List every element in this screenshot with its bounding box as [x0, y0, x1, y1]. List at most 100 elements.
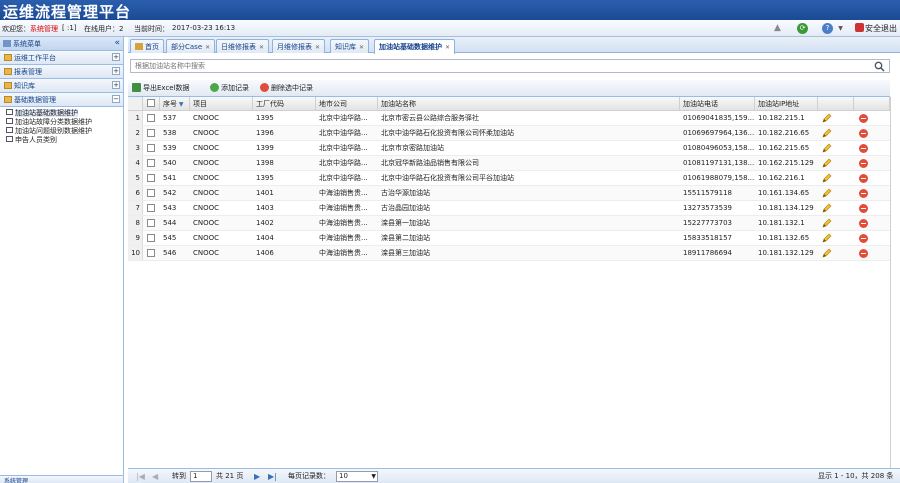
edit-pencil-icon[interactable]: [822, 188, 832, 198]
table-row[interactable]: 8 544 CNOOC 1402 中海油销售贵... 滦县第一加油站 15227773703…: [128, 216, 890, 231]
edit-pencil-icon[interactable]: [822, 113, 832, 123]
cell-region: 北京中油华路...: [319, 144, 368, 152]
tab-station-data[interactable]: 加油站基础数据维护 ✕: [374, 39, 456, 54]
table-row[interactable]: 3 539 CNOOC 1399 北京中油华路... 北京市京密路加油站 010804960…: [128, 141, 890, 156]
row-checkbox[interactable]: [147, 219, 155, 227]
close-icon[interactable]: ✕: [259, 44, 264, 51]
sidebar-section-base-data[interactable]: 基础数据管理 −: [0, 93, 123, 107]
search-icon[interactable]: [874, 61, 885, 72]
col-station-name[interactable]: 加油站名称: [378, 97, 680, 110]
row-checkbox[interactable]: [147, 159, 155, 167]
close-icon[interactable]: ✕: [315, 44, 320, 51]
delete-row-icon[interactable]: [859, 249, 868, 258]
edit-pencil-icon[interactable]: [822, 128, 832, 138]
table-row[interactable]: 5 541 CNOOC 1395 北京中油华路... 北京中油华路石化投资有限公司平谷加油…: [128, 171, 890, 186]
close-icon[interactable]: ✕: [445, 44, 450, 51]
delete-row-icon[interactable]: [859, 144, 868, 153]
tree-item-station-data[interactable]: 加油站基础数据维护: [6, 109, 123, 118]
table-row[interactable]: 7 543 CNOOC 1403 中海油销售贵... 古治晶园加油站 13273573539…: [128, 201, 890, 216]
col-project[interactable]: 项目: [190, 97, 253, 110]
cell-ip: 10.162.216.1: [758, 174, 805, 182]
tab-knowledge[interactable]: 知识库 ✕: [330, 39, 370, 53]
delete-row-icon[interactable]: [859, 234, 868, 243]
sidebar-section-system[interactable]: 系统管理: [0, 475, 123, 483]
sidebar-section-knowledge[interactable]: 知识库 +: [0, 79, 123, 93]
table-row[interactable]: 1 537 CNOOC 1395 北京中油华路... 北京市密云县公路综合服务驿社 0106…: [128, 111, 890, 126]
row-checkbox[interactable]: [147, 189, 155, 197]
page-icon: [6, 109, 13, 115]
collapse-toggle[interactable]: −: [112, 95, 120, 103]
delete-row-icon[interactable]: [859, 114, 868, 123]
record-summary: 显示 1 - 10，共 208 条: [818, 472, 894, 480]
edit-pencil-icon[interactable]: [822, 143, 832, 153]
delete-row-icon[interactable]: [859, 189, 868, 198]
cell-factory-code: 1404: [256, 234, 274, 242]
page-icon: [6, 127, 13, 133]
tab-home[interactable]: 首页: [130, 39, 164, 53]
tree-item-fault-category[interactable]: 加油站故障分类数据维护: [6, 118, 123, 127]
table-row[interactable]: 9 545 CNOOC 1404 中海油销售贵... 滦县第二加油站 15833518157…: [128, 231, 890, 246]
last-page-icon[interactable]: ▶|: [268, 471, 277, 482]
sidebar-section-reports[interactable]: 报表管理 +: [0, 65, 123, 79]
search-input[interactable]: [131, 60, 889, 72]
table-row[interactable]: 2 538 CNOOC 1396 北京中油华路... 北京中油华路石化投资有限公司怀柔加油…: [128, 126, 890, 141]
row-checkbox[interactable]: [147, 249, 155, 257]
first-page-icon[interactable]: |◀: [136, 471, 145, 482]
tree-item-reporter-type[interactable]: 申告人员类别: [6, 136, 123, 145]
row-checkbox[interactable]: [147, 204, 155, 212]
page-size-select[interactable]: 10 ▼: [336, 471, 378, 482]
col-phone[interactable]: 加油站电话: [680, 97, 755, 110]
row-checkbox[interactable]: [147, 129, 155, 137]
col-factory-code[interactable]: 工厂代码: [253, 97, 316, 110]
tree-item-issue-level[interactable]: 加油站问题级别数据维护: [6, 127, 123, 136]
collapse-sidebar-button[interactable]: «: [114, 38, 120, 48]
delete-row-icon[interactable]: [859, 219, 868, 228]
expand-toggle[interactable]: +: [112, 67, 120, 75]
delete-row-icon[interactable]: [859, 204, 868, 213]
tab-cases[interactable]: 部分Case ✕: [166, 39, 216, 53]
sidebar-section-ops-platform[interactable]: 运维工作平台 +: [0, 51, 123, 65]
refresh-icon[interactable]: ⟳: [797, 23, 808, 34]
grid-right-edge: [890, 97, 891, 483]
edit-pencil-icon[interactable]: [822, 233, 832, 243]
row-number: 5: [128, 171, 143, 185]
close-icon[interactable]: ✕: [359, 44, 364, 51]
col-region[interactable]: 地市公司: [316, 97, 378, 110]
expand-toggle[interactable]: +: [112, 81, 120, 89]
page-number-input[interactable]: 1: [190, 471, 212, 482]
col-ip[interactable]: 加油站IP地址: [755, 97, 818, 110]
tab-monthly-report[interactable]: 月维修报表 ✕: [272, 39, 326, 53]
edit-pencil-icon[interactable]: [822, 158, 832, 168]
close-icon[interactable]: ✕: [205, 44, 210, 51]
delete-row-icon[interactable]: [859, 159, 868, 168]
cell-delete: [854, 231, 890, 245]
table-row[interactable]: 4 540 CNOOC 1398 北京中油华路... 北京冠华新路油品销售有限公司 0108…: [128, 156, 890, 171]
next-page-icon[interactable]: ▶: [254, 471, 260, 482]
section-label: 基础数据管理: [14, 96, 56, 104]
arrow-up-icon[interactable]: ▲: [772, 23, 783, 34]
add-record-button[interactable]: 添加记录: [210, 83, 249, 93]
tab-daily-report[interactable]: 日维修报表 ✕: [216, 39, 270, 53]
row-select-cell: [143, 231, 160, 245]
edit-pencil-icon[interactable]: [822, 248, 832, 258]
row-checkbox[interactable]: [147, 144, 155, 152]
col-seq[interactable]: 序号 ▼: [160, 97, 190, 110]
export-excel-button[interactable]: 导出Excel数据: [132, 83, 190, 93]
row-checkbox[interactable]: [147, 114, 155, 122]
edit-pencil-icon[interactable]: [822, 203, 832, 213]
help-icon[interactable]: ?: [822, 23, 833, 34]
chevron-down-icon[interactable]: ▼: [835, 23, 846, 34]
select-all-checkbox[interactable]: [147, 99, 155, 107]
row-checkbox[interactable]: [147, 234, 155, 242]
edit-pencil-icon[interactable]: [822, 173, 832, 183]
row-checkbox[interactable]: [147, 174, 155, 182]
delete-row-icon[interactable]: [859, 174, 868, 183]
logout-button[interactable]: 安全退出: [855, 23, 897, 34]
delete-selected-button[interactable]: 删除选中记录: [260, 83, 313, 93]
table-row[interactable]: 6 542 CNOOC 1401 中海油销售贵... 古治华源加油站 15511579118…: [128, 186, 890, 201]
delete-row-icon[interactable]: [859, 129, 868, 138]
prev-page-icon[interactable]: ◀: [152, 471, 158, 482]
table-row[interactable]: 10 546 CNOOC 1406 中海油销售贵... 滦县第三加油站 1891178669…: [128, 246, 890, 261]
edit-pencil-icon[interactable]: [822, 218, 832, 228]
expand-toggle[interactable]: +: [112, 53, 120, 61]
